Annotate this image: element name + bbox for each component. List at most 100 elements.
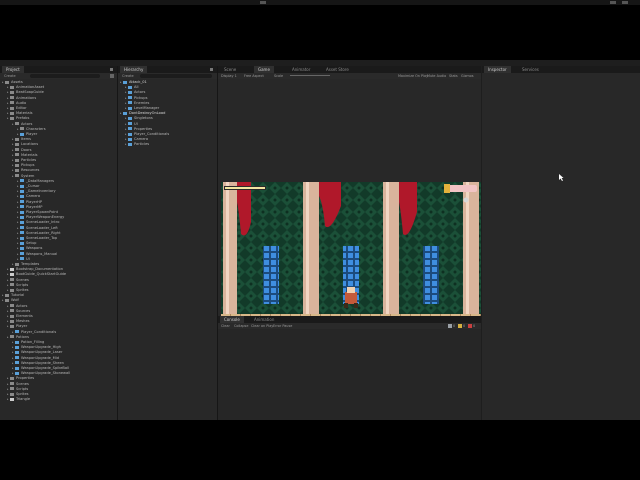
warning-icon[interactable]	[458, 324, 462, 328]
folder-icon	[10, 319, 14, 323]
tree-item-label: Resources	[21, 168, 40, 173]
folder-icon	[10, 324, 14, 328]
inspector-panel: Inspector Services	[482, 66, 640, 420]
prefab-icon	[20, 205, 24, 209]
cube-icon	[128, 122, 132, 126]
tree-item-label: Setup	[26, 241, 37, 246]
cube-icon	[128, 101, 132, 105]
tree-item-label: Sprites	[16, 288, 29, 292]
tree-item-label: UI	[26, 256, 30, 261]
scale-slider[interactable]	[290, 75, 330, 76]
tree-item-label: _DataManagers	[26, 178, 55, 183]
tree-item-label: Singletons	[134, 116, 153, 121]
panel-menu-icon[interactable]	[110, 68, 113, 71]
tree-item-label: Scripts	[16, 282, 29, 287]
hierarchy-tabbar: Hierarchy	[118, 66, 217, 73]
folder-icon	[10, 116, 14, 120]
prefab-icon	[20, 231, 24, 235]
game-render[interactable]	[221, 182, 481, 327]
tab-inspector[interactable]: Inspector	[484, 66, 511, 73]
tree-item-label: WeaponUpgrade_Sheen	[21, 360, 64, 365]
tree-item-label: SceneLoader_Right	[26, 230, 61, 235]
error-icon[interactable]	[468, 324, 472, 328]
tab-project[interactable]: Project	[2, 66, 24, 73]
search-input[interactable]	[30, 74, 100, 78]
folder-icon	[15, 158, 19, 162]
tree-item-label: Audio	[16, 100, 27, 105]
create-button[interactable]: Create	[0, 74, 16, 78]
tab-animation[interactable]: Animation	[250, 316, 278, 323]
mute-toggle[interactable]: Mute Audio	[427, 73, 446, 79]
tab-asset-store[interactable]: Asset Store	[322, 66, 353, 73]
stats-toggle[interactable]: Stats	[449, 73, 458, 79]
collapse-toggle[interactable]: Collapse	[234, 323, 248, 329]
os-top-bar	[0, 0, 640, 5]
tab-animator[interactable]: Animator	[288, 66, 314, 73]
tree-item-label: Player	[26, 132, 38, 136]
aspect-dropdown[interactable]: Free Aspect	[244, 73, 264, 79]
tree-item-label: Sprites	[16, 392, 29, 396]
tree-item-label: PlayerWeaponEnergy	[26, 215, 65, 220]
info-count: 0	[453, 324, 456, 328]
prefab-icon	[15, 330, 19, 334]
panel-menu-icon[interactable]	[210, 68, 213, 71]
tree-item-label: Sources	[16, 308, 31, 313]
tree-item[interactable]: ▸ Triangle	[7, 397, 30, 402]
create-button[interactable]: Create	[118, 74, 134, 78]
window	[263, 246, 279, 304]
folder-icon	[10, 309, 14, 313]
tree-item-label: _GameInventory	[26, 189, 56, 194]
display-dropdown[interactable]: Display 1	[221, 73, 237, 79]
unity-editor: Project Create ▸ Assets ▸ AnimationAsset ▸ Be…	[0, 60, 640, 420]
tree-item-label: DontDestroyOnLoad	[129, 111, 166, 116]
folder-icon	[10, 283, 14, 287]
tree-item-label: UI	[134, 121, 138, 126]
tab-hierarchy[interactable]: Hierarchy	[120, 66, 148, 73]
folder-icon	[10, 90, 14, 94]
search-icon[interactable]	[110, 74, 114, 78]
tree-item-label: Wolf	[11, 298, 19, 303]
folder-icon	[15, 168, 19, 172]
tree-item-label: _Cursor	[26, 184, 40, 188]
tree-item-label: Particles	[21, 158, 37, 162]
tab-game[interactable]: Game	[254, 66, 274, 73]
folder-icon	[10, 314, 14, 318]
folder-icon	[10, 106, 14, 110]
tree-item-label: Enemies	[134, 100, 150, 105]
tree-item-label: Actors	[134, 90, 146, 95]
tree-item-label: Particles	[134, 142, 150, 147]
tree-item-label: Triangle	[16, 397, 31, 402]
gizmos-dropdown[interactable]: Gizmos	[461, 73, 474, 79]
prefab-icon	[20, 189, 24, 193]
tree-item[interactable]: ▸ Particles	[125, 142, 149, 147]
info-icon[interactable]	[448, 324, 452, 328]
clear-on-play-toggle[interactable]: Clear on Play	[251, 323, 273, 329]
tree-item-label: WeaponUpgrade_High	[21, 345, 61, 350]
folder-icon	[10, 392, 14, 396]
cube-icon	[128, 116, 132, 120]
folder-icon	[15, 153, 19, 157]
tab-console[interactable]: Console	[220, 316, 244, 323]
maximize-toggle[interactable]: Maximize On Play	[398, 73, 428, 79]
search-input[interactable]	[140, 74, 212, 78]
inspector-tabbar: Inspector Services	[482, 66, 640, 73]
tab-services[interactable]: Services	[518, 66, 543, 73]
game-toolbar: Display 1 Free Aspect Scale Maximize On …	[218, 73, 481, 79]
folder-icon	[10, 85, 14, 89]
clear-button[interactable]: Clear	[221, 323, 230, 329]
tree-item-label: Attack_01	[129, 80, 147, 84]
cube-icon	[128, 96, 132, 100]
prefab-icon	[20, 194, 24, 198]
folder-icon	[15, 148, 19, 152]
project-tree: ▸ Assets ▸ AnimationAsset ▸ BeatSoapGuide ▸ Ani…	[0, 80, 117, 420]
tab-scene[interactable]: Scene	[220, 66, 240, 73]
tree-item-label: Materials	[21, 152, 38, 157]
tree-item-label: Scenes	[16, 277, 29, 282]
tree-item-label: Actors	[21, 121, 33, 126]
error-pause-toggle[interactable]: Error Pause	[273, 323, 292, 329]
tree-item-label: Pickups	[21, 163, 35, 168]
tree-item-label: Prefabs	[16, 116, 30, 121]
tree-item-label: Animations	[16, 95, 37, 100]
prefab-icon	[20, 246, 24, 250]
console-tabbar: Console Animation	[218, 316, 481, 323]
